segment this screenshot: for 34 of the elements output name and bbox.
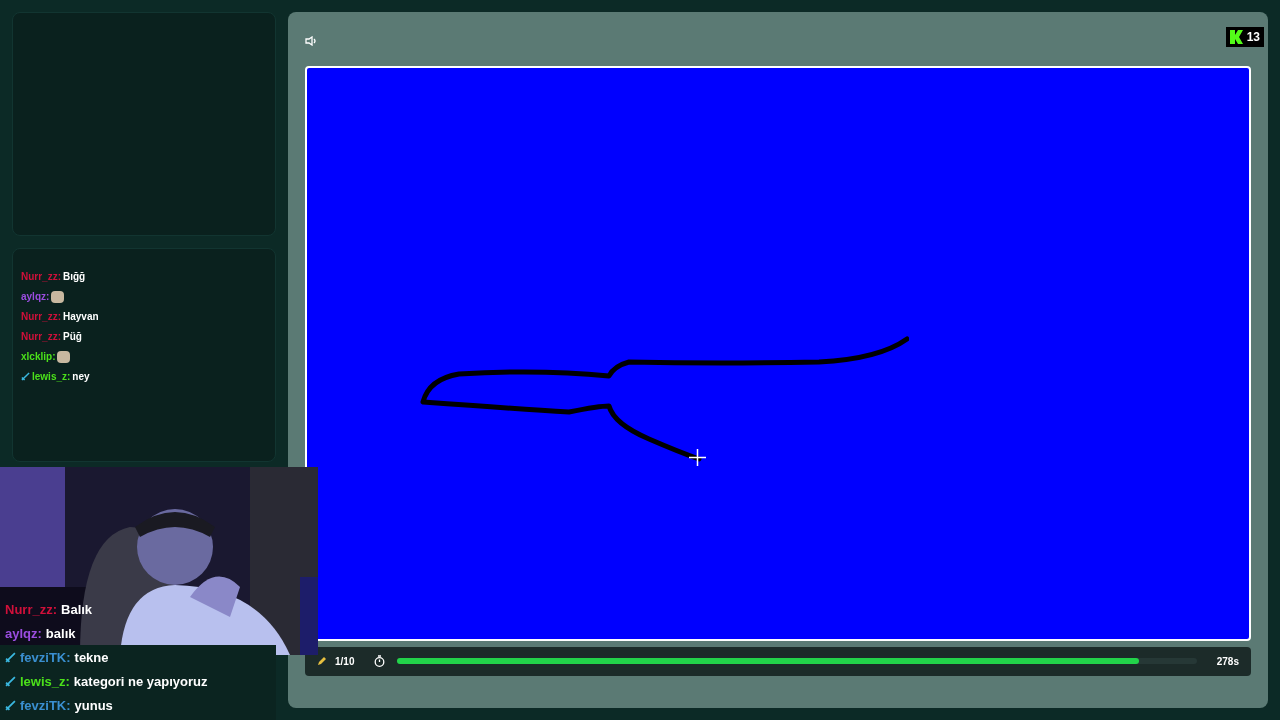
emote-icon: [57, 350, 71, 363]
chat-message: ney: [72, 370, 90, 384]
sword-badge-icon: [5, 676, 16, 687]
chat-message: kategori ne yapıyoruz: [73, 672, 208, 691]
chat-username: fevziTK:: [20, 696, 71, 715]
chat-username: fevziTK:: [20, 648, 71, 667]
chat-username: lewis_z:: [20, 672, 70, 691]
sword-badge-icon: [5, 700, 16, 711]
chat-username: Nurr_zz:: [21, 270, 61, 284]
sword-badge-icon: [5, 652, 16, 663]
speaker-icon[interactable]: [305, 36, 317, 47]
crosshair-cursor-icon: [689, 449, 706, 467]
emote-icon: [51, 290, 65, 303]
chat-message: Hayvan: [63, 310, 99, 324]
chat-message: yunus: [74, 696, 113, 715]
chat-message: Bığğ: [63, 270, 86, 284]
timer-reading: 278s: [1216, 654, 1239, 669]
pencil-icon: [317, 656, 327, 667]
chat-username: aylqz:: [21, 290, 50, 304]
chat-message: Püğ: [63, 330, 82, 344]
viewer-count: 13: [1246, 29, 1260, 46]
chat-message: balık: [45, 624, 76, 643]
chat-message: tekne: [74, 648, 109, 667]
sword-badge-icon: [21, 372, 30, 381]
chat-username: Nurr_zz:: [21, 330, 61, 344]
chat-username: aylqz:: [5, 624, 42, 643]
chat-username: Nurr_zz:: [21, 310, 61, 324]
k-logo-icon: [1229, 30, 1243, 45]
stopwatch-icon: [374, 655, 386, 668]
chat-username: xlcklip:: [21, 350, 56, 364]
chat-message: Balık: [61, 600, 93, 619]
round-counter: 1/10: [335, 654, 355, 669]
chat-username: lewis_z:: [32, 370, 71, 384]
chat-username: Nurr_zz:: [5, 600, 57, 619]
